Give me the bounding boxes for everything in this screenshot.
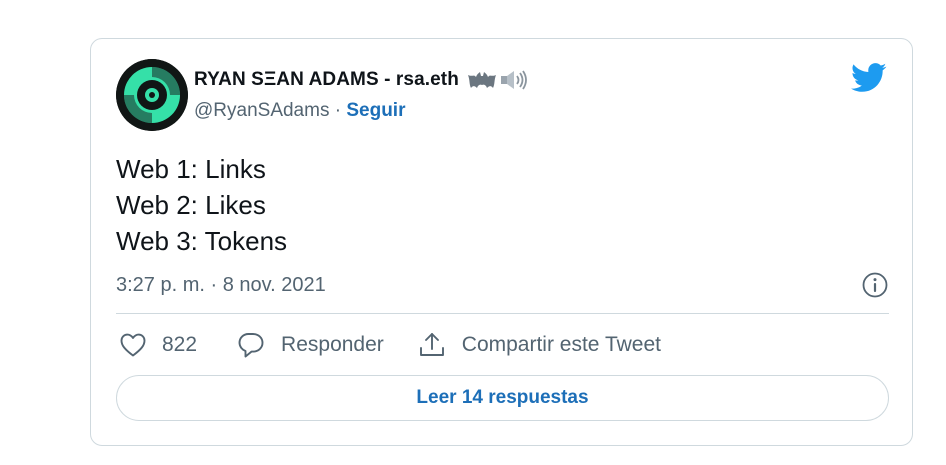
info-icon[interactable]	[861, 271, 889, 299]
tweet-meta-row: 3:27 p. m. · 8 nov. 2021	[116, 271, 889, 299]
heart-icon	[120, 333, 146, 357]
handle-separator: ·	[334, 100, 347, 121]
divider	[116, 313, 889, 314]
read-replies-label: Leer 14 respuestas	[416, 387, 589, 408]
tweet-text: Web 1: Links Web 2: Likes Web 3: Tokens	[116, 151, 287, 259]
avatar[interactable]	[116, 59, 188, 131]
read-replies-button[interactable]: Leer 14 respuestas	[116, 375, 889, 421]
embedded-tweet-card: RYAN SΞAN ADAMS - rsa.eth @RyanSAdams · …	[90, 38, 913, 446]
tweet-line: Web 2: Likes	[116, 190, 266, 220]
tweet-line: Web 3: Tokens	[116, 226, 288, 256]
share-label: Compartir este Tweet	[461, 333, 661, 356]
reply-label: Responder	[281, 333, 384, 356]
share-icon	[419, 333, 444, 356]
follow-link[interactable]: Seguir	[346, 100, 405, 121]
reply-button[interactable]: Responder	[237, 331, 384, 359]
bat-icon	[467, 72, 496, 88]
author-name-row[interactable]: RYAN SΞAN ADAMS - rsa.eth	[194, 69, 529, 91]
avatar-logo-icon	[116, 59, 188, 131]
reply-bubble-icon	[238, 333, 264, 358]
author-handle[interactable]: @RyanSAdams	[194, 100, 329, 121]
name-emojis	[467, 69, 529, 91]
author-handle-row: @RyanSAdams · Seguir	[194, 100, 405, 122]
twitter-bird-icon[interactable]	[851, 63, 887, 93]
tweet-actions: 822 Responder Compartir este Tweet	[119, 331, 661, 359]
share-button[interactable]: Compartir este Tweet	[418, 331, 661, 359]
author-display-name[interactable]: RYAN SΞAN ADAMS - rsa.eth	[194, 69, 459, 91]
like-count: 822	[162, 333, 198, 356]
like-button[interactable]: 822	[119, 332, 197, 358]
tweet-timestamp[interactable]: 3:27 p. m. · 8 nov. 2021	[116, 274, 326, 297]
speaker-icon	[500, 70, 527, 90]
tweet-line: Web 1: Links	[116, 154, 266, 184]
